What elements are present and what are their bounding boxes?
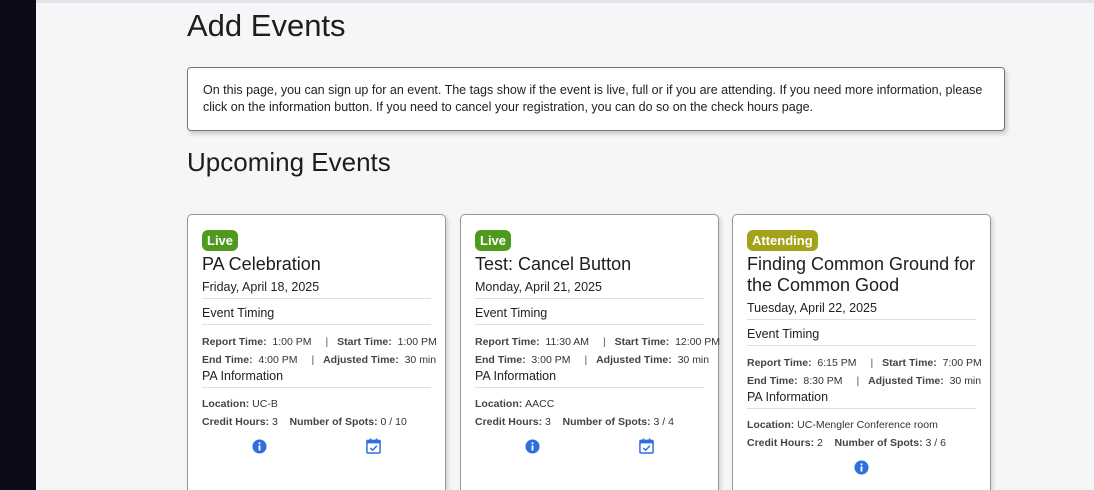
separator: | [856, 375, 860, 387]
adjusted-time-value: 30 min [404, 354, 437, 366]
report-time-value: 1:00 PM [272, 336, 312, 348]
separator: | [602, 336, 606, 348]
pa-information-heading: PA Information [475, 369, 704, 388]
event-timing-heading: Event Timing [475, 306, 704, 325]
report-time-label: Report Time: [475, 336, 540, 348]
info-icon[interactable] [525, 439, 540, 454]
spots-label: Number of Spots: [562, 416, 651, 428]
event-date: Monday, April 21, 2025 [475, 280, 704, 299]
spots-label: Number of Spots: [289, 416, 378, 428]
page-title: Add Events [187, 8, 346, 43]
adjusted-time-label: Adjusted Time: [596, 354, 672, 366]
adjusted-time-label: Adjusted Time: [323, 354, 399, 366]
card-actions [475, 438, 704, 459]
report-time-value: 6:15 PM [817, 357, 857, 369]
event-timing-heading: Event Timing [202, 306, 431, 325]
end-time-value: 8:30 PM [803, 375, 843, 387]
event-date: Tuesday, April 22, 2025 [747, 301, 976, 320]
location-value: AACC [525, 398, 555, 410]
event-timing-heading: Event Timing [747, 327, 976, 346]
separator: | [584, 354, 588, 366]
top-border [36, 0, 1094, 3]
spots-label: Number of Spots: [834, 437, 923, 449]
status-badge: Live [475, 230, 512, 251]
start-time-label: Start Time: [614, 336, 670, 348]
event-card: Attending Finding Common Ground for the … [732, 214, 991, 490]
separator: | [325, 336, 329, 348]
info-icon[interactable] [252, 439, 267, 454]
timing-row: Report Time: 11:30 AM | Start Time: 12:0… [475, 333, 720, 351]
spots-value: 3 / 6 [925, 437, 946, 449]
credit-hours-value: 3 [545, 416, 551, 428]
spots-value: 0 / 10 [380, 416, 407, 428]
spots-value: 3 / 4 [653, 416, 674, 428]
pa-information-heading: PA Information [747, 390, 976, 409]
details-block: Location: AACC Credit Hours: 3 Number of… [475, 395, 704, 431]
timing-block: Report Time: 1:00 PM | Start Time: 1:00 … [202, 333, 437, 369]
info-icon[interactable] [854, 460, 869, 475]
credit-hours-label: Credit Hours: [202, 416, 270, 428]
timing-block: Report Time: 11:30 AM | Start Time: 12:0… [475, 333, 720, 369]
timing-row: Report Time: 1:00 PM | Start Time: 1:00 … [202, 333, 437, 351]
credits-row: Credit Hours: 2 Number of Spots: 3 / 6 [747, 434, 976, 452]
location-label: Location: [747, 419, 795, 431]
credit-hours-label: Credit Hours: [475, 416, 543, 428]
location-label: Location: [202, 398, 250, 410]
intro-text: On this page, you can sign up for an eve… [203, 83, 983, 114]
event-title: Finding Common Ground for the Common Goo… [747, 254, 976, 295]
credits-row: Credit Hours: 3 Number of Spots: 3 / 4 [475, 413, 704, 431]
start-time-value: 1:00 PM [397, 336, 437, 348]
timing-block: Report Time: 6:15 PM | Start Time: 7:00 … [747, 354, 982, 390]
info-box: On this page, you can sign up for an eve… [187, 67, 1005, 131]
adjusted-time-label: Adjusted Time: [868, 375, 944, 387]
location-value: UC-Mengler Conference room [797, 419, 938, 431]
event-date: Friday, April 18, 2025 [202, 280, 431, 299]
location-value: UC-B [252, 398, 278, 410]
report-time-label: Report Time: [202, 336, 267, 348]
card-actions [202, 438, 431, 459]
status-badge: Attending [747, 230, 818, 251]
calendar-check-icon[interactable] [639, 438, 654, 454]
event-card: Live PA Celebration Friday, April 18, 20… [187, 214, 446, 490]
start-time-label: Start Time: [882, 357, 937, 369]
location-row: Location: UC-B [202, 395, 431, 413]
start-time-value: 12:00 PM [675, 336, 721, 348]
report-time-value: 11:30 AM [545, 336, 590, 348]
sidebar [0, 0, 36, 490]
pa-information-heading: PA Information [202, 369, 431, 388]
start-time-value: 7:00 PM [942, 357, 982, 369]
end-time-label: End Time: [475, 354, 526, 366]
adjusted-time-value: 30 min [949, 375, 982, 387]
end-time-value: 3:00 PM [531, 354, 571, 366]
card-actions [747, 460, 976, 480]
details-block: Location: UC-B Credit Hours: 3 Number of… [202, 395, 431, 431]
details-block: Location: UC-Mengler Conference room Cre… [747, 416, 976, 452]
start-time-label: Start Time: [337, 336, 392, 348]
report-time-label: Report Time: [747, 357, 812, 369]
credit-hours-label: Credit Hours: [747, 437, 815, 449]
timing-row: End Time: 4:00 PM | Adjusted Time: 30 mi… [202, 351, 436, 369]
separator: | [870, 357, 874, 369]
location-row: Location: AACC [475, 395, 704, 413]
end-time-label: End Time: [747, 375, 798, 387]
end-time-label: End Time: [202, 354, 253, 366]
status-badge: Live [202, 230, 239, 251]
end-time-value: 4:00 PM [258, 354, 298, 366]
adjusted-time-value: 30 min [677, 354, 710, 366]
credits-row: Credit Hours: 3 Number of Spots: 0 / 10 [202, 413, 431, 431]
timing-row: End Time: 3:00 PM | Adjusted Time: 30 mi… [475, 351, 709, 369]
credit-hours-value: 3 [272, 416, 278, 428]
location-row: Location: UC-Mengler Conference room [747, 416, 976, 434]
event-title: Test: Cancel Button [475, 254, 632, 274]
timing-row: Report Time: 6:15 PM | Start Time: 7:00 … [747, 354, 982, 372]
event-title: PA Celebration [202, 254, 321, 274]
separator: | [311, 354, 315, 366]
timing-row: End Time: 8:30 PM | Adjusted Time: 30 mi… [747, 372, 981, 390]
calendar-check-icon[interactable] [366, 438, 381, 454]
section-title: Upcoming Events [187, 147, 391, 177]
event-card: Live Test: Cancel Button Monday, April 2… [460, 214, 720, 490]
credit-hours-value: 2 [817, 437, 823, 449]
location-label: Location: [475, 398, 523, 410]
